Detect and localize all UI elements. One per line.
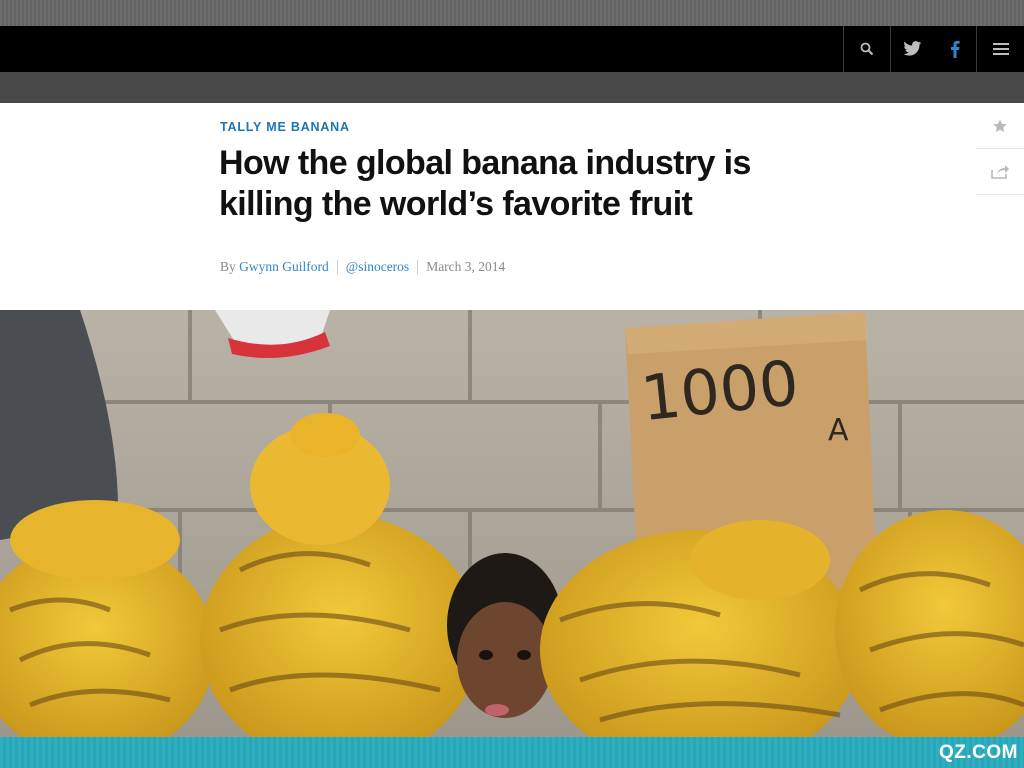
article-headline: How the global banana industry is killin… bbox=[219, 144, 751, 223]
nav-shadow-band bbox=[0, 72, 1024, 103]
article-byline: By Gwynn Guilford @sinoceros March 3, 20… bbox=[220, 259, 505, 275]
twitter-icon bbox=[903, 41, 922, 56]
star-icon bbox=[993, 118, 1007, 132]
article-kicker[interactable]: TALLY ME BANANA bbox=[220, 120, 350, 134]
byline-divider bbox=[336, 259, 338, 275]
menu-icon bbox=[992, 43, 1009, 55]
save-button[interactable] bbox=[976, 103, 1024, 149]
publish-date: March 3, 2014 bbox=[426, 259, 506, 274]
facebook-button[interactable] bbox=[934, 26, 977, 72]
article-header: TALLY ME BANANA How the global banana in… bbox=[0, 103, 1024, 310]
byline-prefix: By bbox=[220, 259, 236, 274]
menu-button[interactable] bbox=[976, 26, 1024, 72]
hero-image: 1000 A bbox=[0, 310, 1024, 737]
top-navbar bbox=[0, 26, 1024, 72]
twitter-button[interactable] bbox=[891, 26, 934, 72]
author-link[interactable]: Gwynn Guilford bbox=[239, 259, 329, 275]
search-button[interactable] bbox=[843, 26, 890, 72]
facebook-icon bbox=[950, 40, 960, 58]
footer-band: QZ.COM bbox=[0, 737, 1024, 768]
site-brand: QZ.COM bbox=[939, 742, 1018, 763]
price-sign-subtext: A bbox=[828, 413, 849, 448]
share-icon bbox=[991, 165, 1009, 179]
byline-divider bbox=[417, 259, 419, 275]
banana-market-photo: 1000 A bbox=[0, 310, 1024, 737]
article-side-tools bbox=[976, 103, 1024, 195]
author-twitter-link[interactable]: @sinoceros bbox=[346, 259, 409, 275]
share-button[interactable] bbox=[976, 149, 1024, 195]
social-buttons bbox=[890, 26, 976, 72]
search-icon bbox=[860, 42, 874, 56]
top-texture-strip bbox=[0, 0, 1024, 26]
